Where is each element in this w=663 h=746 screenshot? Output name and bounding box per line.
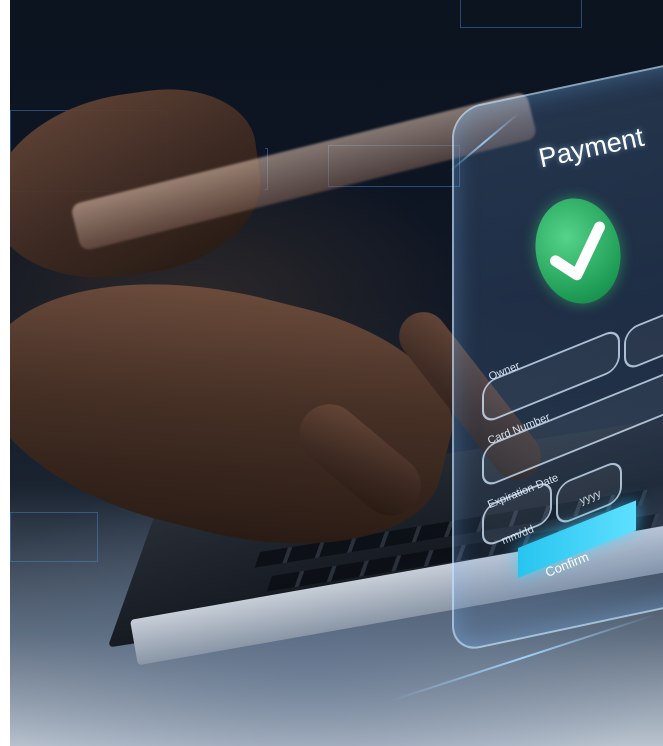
hud-frame (10, 512, 98, 562)
hud-frame (460, 0, 582, 28)
